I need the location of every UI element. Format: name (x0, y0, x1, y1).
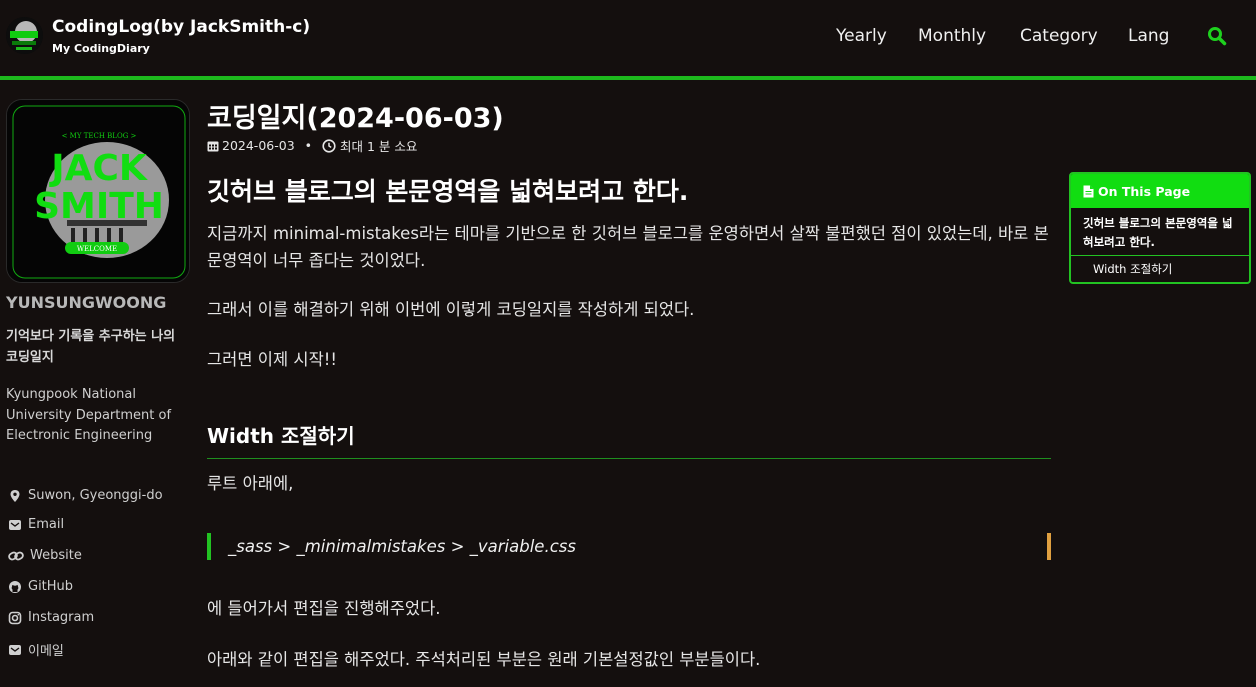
paragraph-4: 루트 아래에, (207, 474, 294, 493)
github-icon (9, 580, 21, 593)
heading-divider (207, 458, 1051, 459)
avatar-banner: < MY TECH BLOG > (62, 132, 137, 140)
instagram-icon (8, 611, 22, 624)
sidebar-link-email-kr[interactable]: 이메일 (8, 640, 64, 659)
author-name: YUNSUNGWOONG (6, 293, 167, 312)
paragraph-3: 그러면 이제 시작!! (207, 350, 337, 369)
sidebar-link-label: Suwon, Gyeonggi-do (28, 488, 163, 503)
sidebar-link-website[interactable]: Website (8, 548, 82, 563)
sidebar-link-label: Website (30, 548, 82, 563)
blockquote-text: _sass > _minimalmistakes > _variable.css (228, 537, 576, 556)
toc-item-1[interactable]: 깃허브 블로그의 본문영역을 넓혀보려고 한다. (1071, 208, 1249, 256)
paragraph-6: 아래와 같이 편집을 해주었다. 주석처리된 부분은 원래 기본설정값인 부분들… (207, 650, 761, 669)
site-subtitle: My CodingDiary (52, 42, 150, 55)
sidebar-link-label: GitHub (28, 579, 74, 594)
sidebar-link-location: Suwon, Gyeonggi-do (8, 488, 163, 503)
search-icon[interactable] (1207, 26, 1227, 51)
read-time: 최대 1 분 소요 (340, 139, 418, 154)
sidebar-link-label: Email (28, 517, 65, 532)
author-bio: 기억보다 기록을 추구하는 나의 코딩일지 (6, 329, 176, 365)
sidebar-link-label: Instagram (28, 610, 95, 625)
masthead-divider (0, 76, 1256, 80)
section-heading-1: 깃허브 블로그의 본문영역을 넓혀보려고 한다. (207, 177, 689, 206)
site-logo[interactable] (6, 17, 43, 54)
location-icon (10, 489, 20, 502)
toc-item-2[interactable]: Width 조절하기 (1071, 256, 1249, 277)
calendar-icon (207, 141, 219, 151)
file-icon (1083, 185, 1094, 197)
author-organization: Kyungpook National University Department… (6, 387, 172, 443)
nav-yearly[interactable]: Yearly (836, 26, 887, 46)
blockquote-left-bar (207, 533, 211, 560)
link-icon (8, 551, 24, 560)
paragraph-2: 그래서 이를 해결하기 위해 이번에 이렇게 코딩일지를 작성하게 되었다. (207, 300, 695, 319)
toc-title: On This Page (1098, 183, 1191, 199)
nav-monthly[interactable]: Monthly (918, 26, 986, 46)
page-title: 코딩일지(2024-06-03) (207, 103, 504, 134)
page-meta: 2024-06-03 • 최대 1 분 소요 (207, 136, 417, 155)
site-title[interactable]: CodingLog(by JackSmith-c) (52, 17, 310, 37)
toc-header: On This Page (1071, 174, 1249, 208)
nav-lang[interactable]: Lang (1128, 26, 1169, 46)
avatar-line1: JACK (48, 148, 148, 189)
sidebar-link-instagram[interactable]: Instagram (8, 610, 94, 625)
avatar-welcome: WELCOME (77, 245, 117, 253)
clock-icon (322, 138, 336, 153)
masthead: CodingLog(by JackSmith-c) My CodingDiary… (0, 0, 1256, 76)
section-heading-2: Width 조절하기 (207, 424, 355, 448)
author-avatar: < MY TECH BLOG > JACK SMITH WELCOME (6, 99, 190, 283)
envelope-icon (9, 644, 21, 655)
sidebar-link-email[interactable]: Email (8, 517, 64, 532)
table-of-contents: On This Page 깃허브 블로그의 본문영역을 넓혀보려고 한다. Wi… (1069, 172, 1251, 284)
post-date: 2024-06-03 (222, 138, 295, 153)
sidebar-link-label: 이메일 (28, 644, 64, 659)
envelope-icon (9, 519, 21, 530)
blockquote-right-bar (1047, 533, 1051, 560)
sidebar-link-github[interactable]: GitHub (8, 579, 73, 594)
paragraph-5: 에 들어가서 편집을 진행해주었다. (207, 599, 441, 618)
nav-category[interactable]: Category (1020, 26, 1098, 46)
paragraph-intro: 지금까지 minimal-mistakes라는 테마를 기반으로 한 깃허브 블… (207, 224, 1049, 270)
meta-separator: • (304, 138, 313, 153)
